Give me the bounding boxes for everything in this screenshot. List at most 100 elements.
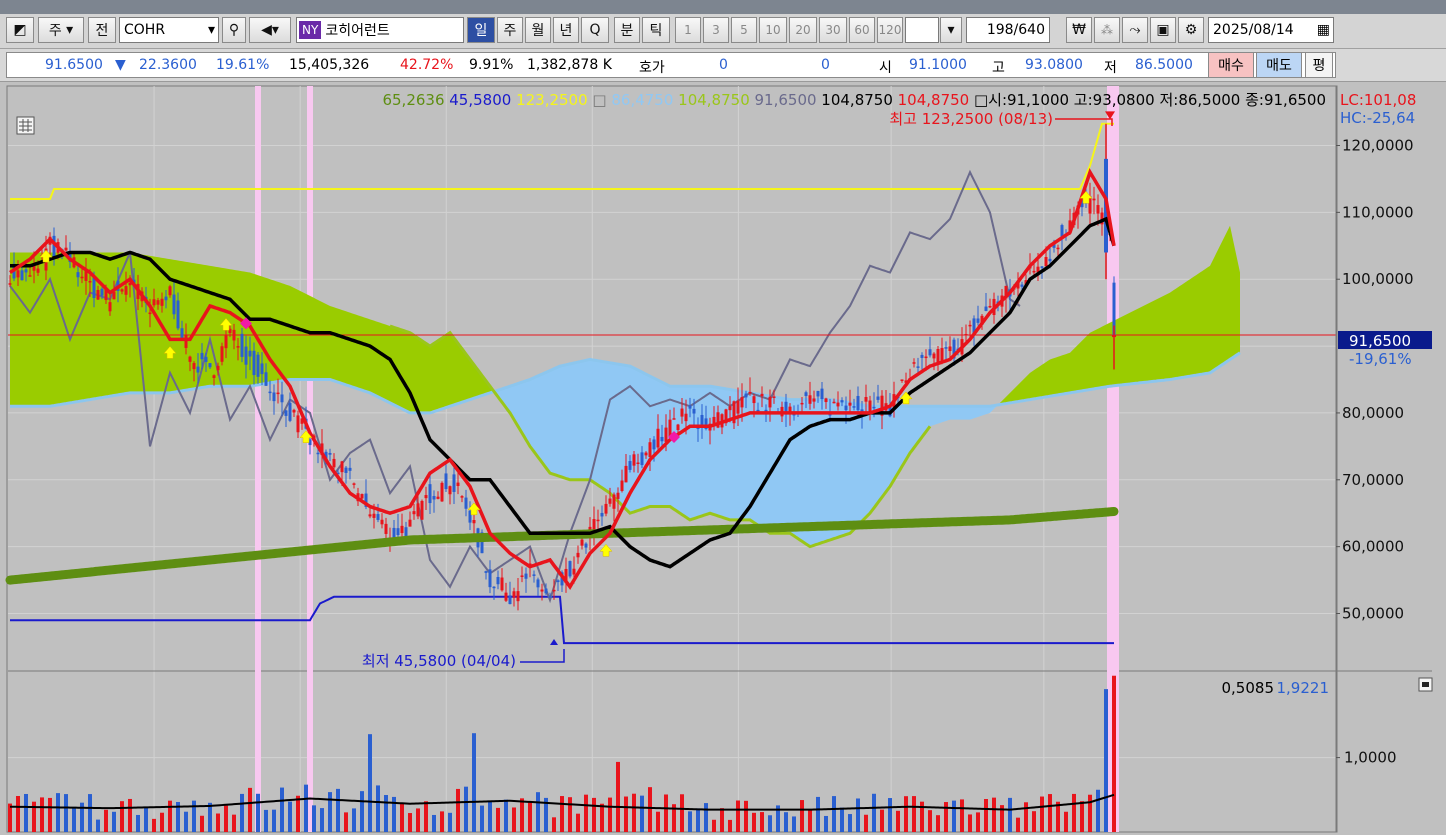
sell-button[interactable]: 매도 [1256,52,1302,78]
candle [156,300,160,305]
calendar-icon[interactable]: ▦ [1317,22,1330,38]
volume-bar [728,819,732,832]
candle [1056,247,1060,250]
chart-tool-icon[interactable]: ⤳ [1122,17,1148,43]
tab-quarter[interactable]: Q [581,17,609,43]
period-button[interactable]: 주 ▾ [38,17,84,43]
price-chart[interactable]: 120,0000 110,0000 100,0000 80,0000 70,0000 60… [0,82,1446,835]
volume-bar [136,814,140,832]
candle [376,514,380,520]
volume-bar [968,814,972,832]
volume-bar [824,815,828,832]
min-option-5[interactable]: 5 [731,17,757,43]
candle [212,375,216,379]
volume-bar [1072,793,1076,832]
min-option-1[interactable]: 1 [675,17,701,43]
symbol-input[interactable]: COHR ▾ [119,17,219,43]
candle [604,503,608,514]
volume-bar [640,795,644,832]
candle [20,270,24,281]
legend-item: 104,8750 [893,91,969,109]
tab-month[interactable]: 월 [525,17,551,43]
candle [600,512,604,517]
volume-bar [584,794,588,832]
min-option-30[interactable]: 30 [819,17,847,43]
candle [8,283,12,285]
candle [188,356,192,362]
min-option-120[interactable]: 120 [877,17,903,43]
eval-button[interactable]: 평 [1305,52,1333,78]
candle [440,482,444,502]
volume-bar [624,796,628,832]
search-icon[interactable]: ⚲ [222,17,246,43]
min-option-3[interactable]: 3 [703,17,729,43]
candle [448,486,452,495]
volume-bar [960,799,964,832]
candle [408,519,412,527]
volume-bar [880,809,884,832]
speaker-icon[interactable]: ◀▾ [249,17,291,43]
min-option-10[interactable]: 10 [759,17,787,43]
candle [436,496,440,499]
volume-bar [1032,811,1036,832]
candle [660,436,664,442]
gear-icon[interactable]: ⚙ [1178,17,1204,43]
date-input[interactable]: 2025/08/14 ▦ [1208,17,1334,43]
volume-bar [376,785,380,832]
candle [876,396,880,400]
volume-bar [432,814,436,832]
count-field[interactable]: 198/640 [966,17,1050,43]
candle [172,294,176,315]
candle [316,452,320,455]
current-price-label: 91,6500 [1349,332,1411,350]
candle [328,452,332,455]
tab-year[interactable]: 년 [553,17,579,43]
company-field[interactable]: NY 코히어런트 [296,17,464,43]
whole-button[interactable]: 전 [88,17,116,43]
candle [632,454,636,466]
volume-bar [592,797,596,832]
candle [208,363,212,368]
volume-bar [352,808,356,832]
volume-bar [832,796,836,832]
low-annotation: 최저 45,5800 (04/04) [362,652,516,670]
candle [292,409,296,413]
candle [672,418,676,420]
volume-bar [40,797,44,832]
layout-icon[interactable]: ◩ [6,17,34,43]
volume-bar [888,798,892,832]
volume-bar [496,807,500,832]
min-option-20[interactable]: 20 [789,17,817,43]
tab-minute[interactable]: 분 [614,17,640,43]
won-icon[interactable]: ₩ [1066,17,1092,43]
candle [616,492,620,499]
tab-tick[interactable]: 틱 [642,17,670,43]
legend-item: □ [588,91,607,109]
candle [736,400,740,414]
candle [424,495,428,499]
candle [428,484,432,504]
volume-bar [232,814,236,832]
legend-item: 104,8750 [673,91,749,109]
tab-day[interactable]: 일 [467,17,495,43]
candle [988,305,992,308]
volume-bar [552,817,556,832]
buy-button[interactable]: 매수 [1208,52,1254,78]
ask-quantity: 0 [821,57,830,73]
interval-dropdown[interactable]: ▾ [940,17,962,43]
volume-bar [112,811,116,832]
volume-bar [800,800,804,832]
signal-highlight-bar [307,86,313,832]
interval-input[interactable] [905,17,939,43]
candle [768,396,772,408]
candle [580,539,584,546]
tab-week[interactable]: 주 [497,17,523,43]
candle [392,527,396,539]
candle [248,350,252,357]
candle [636,462,640,465]
min-option-60[interactable]: 60 [849,17,875,43]
legend-item: 91,6500 [750,91,817,109]
save-icon[interactable]: ▣ [1150,17,1176,43]
nodes-icon[interactable]: ⁂ [1094,17,1120,43]
candle [744,393,748,398]
